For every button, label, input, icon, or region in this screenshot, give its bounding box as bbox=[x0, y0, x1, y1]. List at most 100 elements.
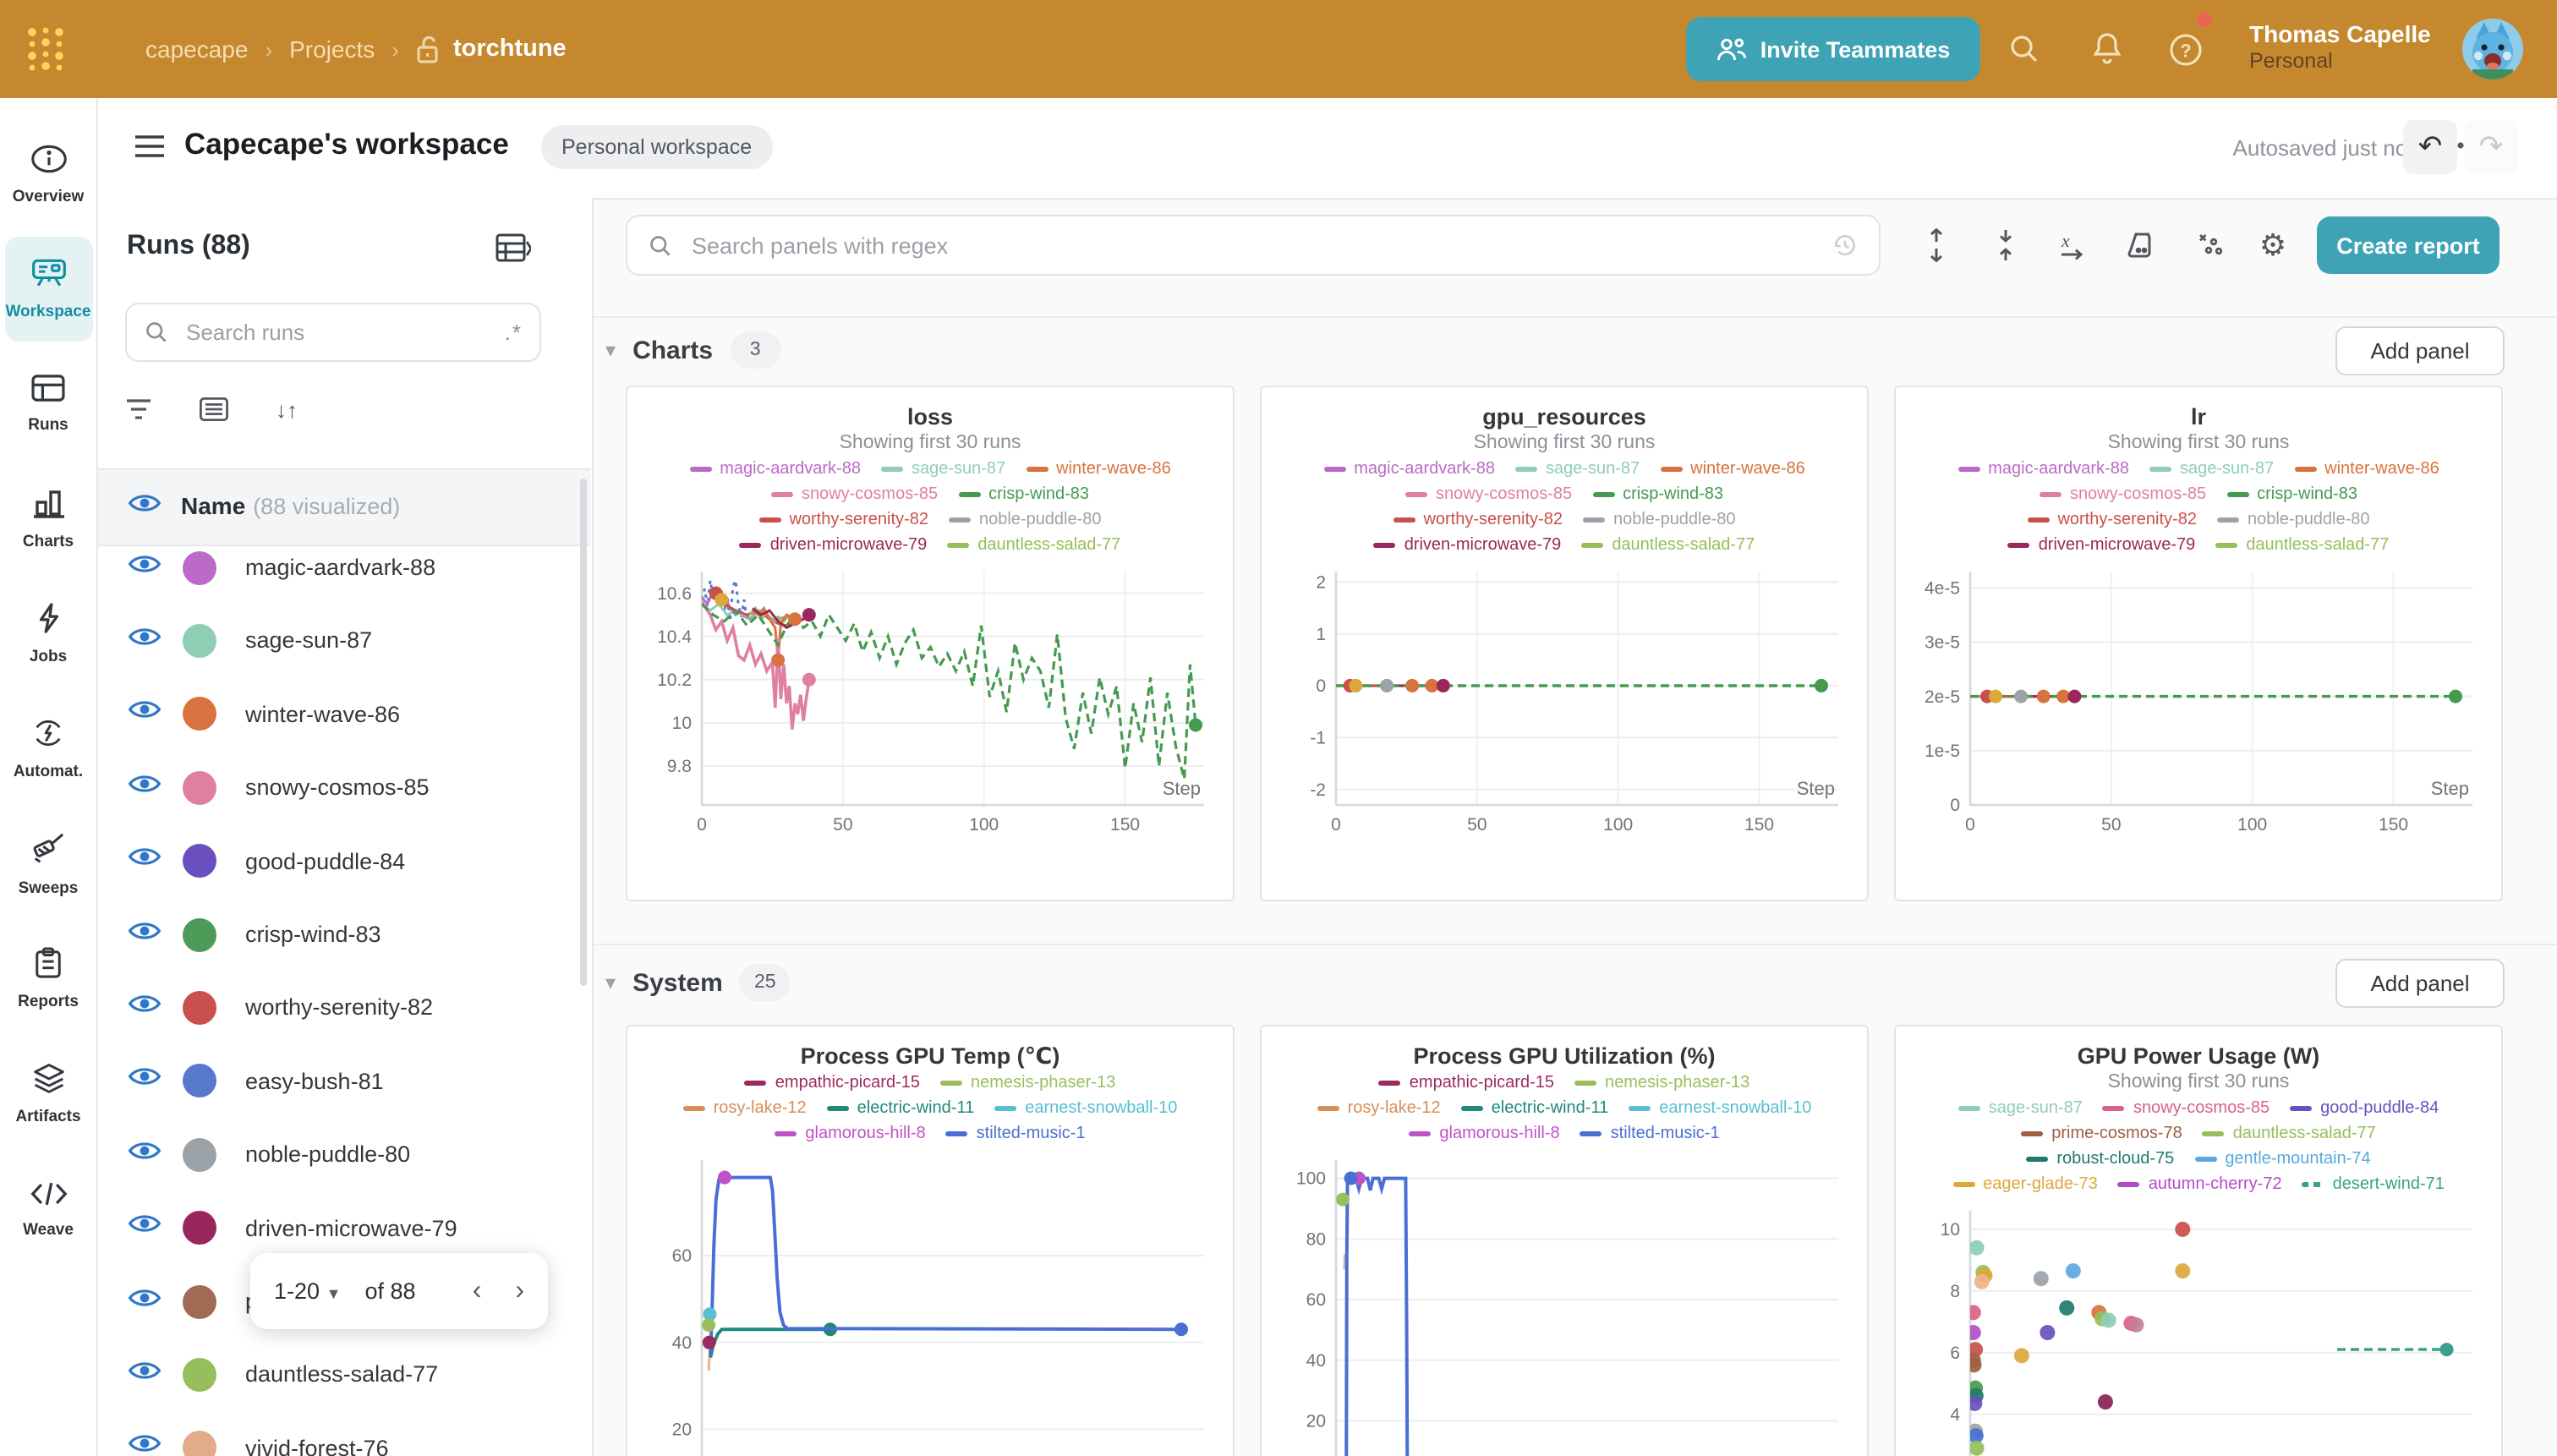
eye-icon[interactable] bbox=[129, 492, 161, 523]
run-row-worthy-serenity-82[interactable]: worthy-serenity-82 bbox=[98, 972, 590, 1044]
chart-panel-gpu_resources[interactable]: gpu_resourcesShowing first 30 runsmagic-… bbox=[1260, 386, 1869, 901]
chart-plot-gpu_resources[interactable]: -2-1012050100150Step bbox=[1273, 561, 1855, 849]
run-row-dauntless-salad-77[interactable]: dauntless-salad-77 bbox=[98, 1338, 590, 1411]
eye-icon[interactable] bbox=[129, 1139, 161, 1169]
legend-item-eager-glade-73[interactable]: eager-glade-73 bbox=[1952, 1172, 2098, 1197]
legend-item-crisp-wind-83[interactable]: crisp-wind-83 bbox=[958, 482, 1089, 507]
breadcrumb-projects[interactable]: Projects bbox=[289, 36, 375, 63]
eye-icon[interactable] bbox=[129, 552, 161, 583]
prev-page-icon[interactable]: ‹ bbox=[473, 1276, 482, 1306]
legend-item-good-puddle-84[interactable]: good-puddle-84 bbox=[2290, 1096, 2439, 1121]
legend-item-gentle-mountain-74[interactable]: gentle-mountain-74 bbox=[2194, 1147, 2370, 1172]
breadcrumb-project[interactable]: torchtune bbox=[453, 36, 567, 63]
runs-scrollbar[interactable] bbox=[580, 479, 587, 986]
legend-item-glamorous-hill-8[interactable]: glamorous-hill-8 bbox=[1409, 1121, 1559, 1147]
legend-item-sage-sun-87[interactable]: sage-sun-87 bbox=[2149, 457, 2274, 482]
legend-item-desert-wind-71[interactable]: desert-wind-71 bbox=[2302, 1172, 2445, 1197]
run-name[interactable]: magic-aardvark-88 bbox=[245, 555, 435, 580]
help-icon[interactable]: ? bbox=[2168, 32, 2204, 76]
sidebar-item-jobs[interactable]: Jobs bbox=[4, 582, 92, 687]
undo-button[interactable]: ↶ bbox=[2403, 120, 2457, 174]
bell-icon[interactable] bbox=[2090, 30, 2124, 74]
legend-item-worthy-serenity-82[interactable]: worthy-serenity-82 bbox=[758, 507, 928, 533]
legend-item-sage-sun-87[interactable]: sage-sun-87 bbox=[1958, 1096, 2083, 1121]
filter-icon[interactable] bbox=[125, 397, 152, 430]
legend-item-winter-wave-86[interactable]: winter-wave-86 bbox=[1660, 457, 1805, 482]
section-system-header[interactable]: ▾ System 25 bbox=[605, 964, 791, 1001]
eye-icon[interactable] bbox=[129, 626, 161, 656]
runs-search-input[interactable] bbox=[183, 318, 491, 347]
legend-item-noble-puddle-80[interactable]: noble-puddle-80 bbox=[949, 507, 1102, 533]
run-name[interactable]: noble-puddle-80 bbox=[245, 1141, 410, 1167]
legend-item-driven-microwave-79[interactable]: driven-microwave-79 bbox=[1374, 533, 1562, 558]
run-row-crisp-wind-83[interactable]: crisp-wind-83 bbox=[98, 898, 590, 971]
expand-panels-icon[interactable] bbox=[1913, 222, 1960, 269]
sidebar-item-automat[interactable]: Automat. bbox=[4, 697, 92, 802]
sidebar-item-artifacts[interactable]: Artifacts bbox=[4, 1042, 92, 1147]
legend-item-crisp-wind-83[interactable]: crisp-wind-83 bbox=[1592, 482, 1723, 507]
legend-item-sage-sun-87[interactable]: sage-sun-87 bbox=[1515, 457, 1640, 482]
run-name[interactable]: easy-bush-81 bbox=[245, 1069, 384, 1094]
panel-search-input[interactable] bbox=[688, 231, 1816, 260]
x-axis-settings-icon[interactable]: x bbox=[2048, 222, 2095, 269]
chart-plot-gpu_utilization[interactable]: 20406080100Time (minutes) bbox=[1273, 1150, 1855, 1456]
sidebar-item-charts[interactable]: Charts bbox=[4, 467, 92, 572]
sidebar-item-overview[interactable]: Overview bbox=[4, 122, 92, 227]
eye-icon[interactable] bbox=[129, 846, 161, 876]
legend-item-earnest-snowball-10[interactable]: earnest-snowball-10 bbox=[994, 1096, 1177, 1121]
history-icon[interactable] bbox=[1832, 232, 1859, 259]
legend-item-stilted-music-1[interactable]: stilted-music-1 bbox=[946, 1121, 1086, 1147]
redo-button[interactable]: ↷ bbox=[2464, 120, 2518, 174]
menu-icon[interactable] bbox=[135, 134, 164, 167]
chart-panel-gpu_power[interactable]: GPU Power Usage (W)Showing first 30 runs… bbox=[1894, 1025, 2503, 1456]
run-row-vivid-forest-76[interactable]: vivid-forest-76 bbox=[98, 1412, 590, 1456]
chart-panel-loss[interactable]: lossShowing first 30 runsmagic-aardvark-… bbox=[626, 386, 1235, 901]
group-list-icon[interactable] bbox=[200, 397, 228, 430]
legend-item-dauntless-salad-77[interactable]: dauntless-salad-77 bbox=[2203, 1121, 2376, 1147]
invite-teammates-button[interactable]: Invite Teammates bbox=[1686, 17, 1980, 81]
legend-item-snowy-cosmos-85[interactable]: snowy-cosmos-85 bbox=[2040, 482, 2206, 507]
run-name[interactable]: good-puddle-84 bbox=[245, 848, 405, 873]
run-name[interactable]: snowy-cosmos-85 bbox=[245, 775, 430, 800]
legend-item-magic-aardvark-88[interactable]: magic-aardvark-88 bbox=[689, 457, 861, 482]
run-name[interactable]: crisp-wind-83 bbox=[245, 922, 381, 947]
eye-icon[interactable] bbox=[129, 1066, 161, 1097]
run-name[interactable]: worthy-serenity-82 bbox=[245, 995, 433, 1021]
section-charts-header[interactable]: ▾ Charts 3 bbox=[605, 331, 780, 369]
legend-item-empathic-picard-15[interactable]: empathic-picard-15 bbox=[1379, 1070, 1554, 1096]
run-name[interactable]: dauntless-salad-77 bbox=[245, 1362, 438, 1388]
chart-panel-lr[interactable]: lrShowing first 30 runsmagic-aardvark-88… bbox=[1894, 386, 2503, 901]
legend-item-worthy-serenity-82[interactable]: worthy-serenity-82 bbox=[1393, 507, 1563, 533]
chart-panel-gpu_temp[interactable]: Process GPU Temp (℃)empathic-picard-15ne… bbox=[626, 1025, 1235, 1456]
settings-gear-icon[interactable]: ⚙ bbox=[2249, 222, 2297, 269]
create-report-button[interactable]: Create report bbox=[2317, 216, 2500, 274]
legend-item-autumn-cherry-72[interactable]: autumn-cherry-72 bbox=[2118, 1172, 2282, 1197]
eye-icon[interactable] bbox=[129, 1286, 161, 1316]
chart-plot-gpu_power[interactable]: 246810Time (seconds) bbox=[1908, 1201, 2489, 1456]
run-row-magic-aardvark-88[interactable]: magic-aardvark-88 bbox=[98, 531, 590, 604]
run-name[interactable]: vivid-forest-76 bbox=[245, 1436, 389, 1456]
legend-item-noble-puddle-80[interactable]: noble-puddle-80 bbox=[2217, 507, 2370, 533]
legend-item-noble-puddle-80[interactable]: noble-puddle-80 bbox=[1583, 507, 1736, 533]
run-row-winter-wave-86[interactable]: winter-wave-86 bbox=[98, 678, 590, 751]
eye-icon[interactable] bbox=[129, 772, 161, 802]
page-range-dropdown[interactable]: 1-20 ▼ bbox=[274, 1278, 341, 1304]
legend-item-empathic-picard-15[interactable]: empathic-picard-15 bbox=[745, 1070, 920, 1096]
run-name[interactable]: winter-wave-86 bbox=[245, 702, 400, 727]
legend-item-winter-wave-86[interactable]: winter-wave-86 bbox=[2294, 457, 2439, 482]
legend-item-winter-wave-86[interactable]: winter-wave-86 bbox=[1026, 457, 1171, 482]
legend-item-electric-wind-11[interactable]: electric-wind-11 bbox=[827, 1096, 975, 1121]
run-row-snowy-cosmos-85[interactable]: snowy-cosmos-85 bbox=[98, 751, 590, 824]
legend-item-nemesis-phaser-13[interactable]: nemesis-phaser-13 bbox=[1574, 1070, 1749, 1096]
add-panel-button-charts[interactable]: Add panel bbox=[2335, 326, 2505, 375]
legend-item-dauntless-salad-77[interactable]: dauntless-salad-77 bbox=[2215, 533, 2389, 558]
eye-icon[interactable] bbox=[129, 699, 161, 730]
run-row-easy-bush-81[interactable]: easy-bush-81 bbox=[98, 1045, 590, 1118]
run-row-sage-sun-87[interactable]: sage-sun-87 bbox=[98, 605, 590, 677]
outliers-icon[interactable] bbox=[2187, 222, 2234, 269]
legend-item-dauntless-salad-77[interactable]: dauntless-salad-77 bbox=[947, 533, 1120, 558]
add-panel-button-system[interactable]: Add panel bbox=[2335, 959, 2505, 1008]
sidebar-item-workspace[interactable]: Workspace bbox=[4, 237, 92, 342]
run-row-noble-puddle-80[interactable]: noble-puddle-80 bbox=[98, 1118, 590, 1191]
breadcrumb-org[interactable]: capecape bbox=[145, 36, 248, 63]
